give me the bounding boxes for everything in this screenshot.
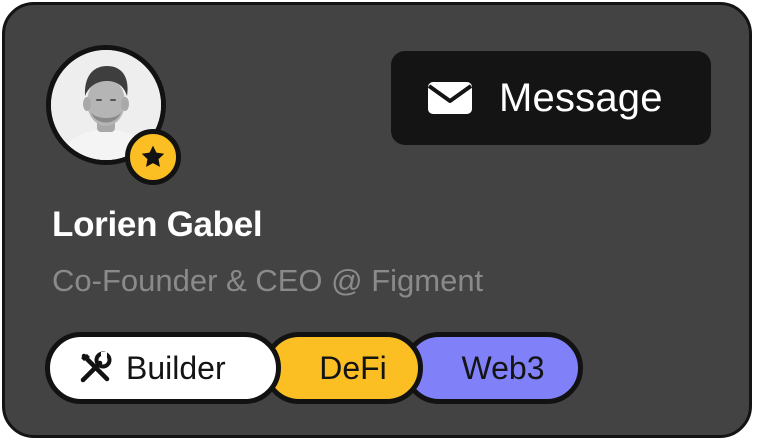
tag-web3[interactable]: Web3 xyxy=(403,332,583,404)
mail-icon xyxy=(427,81,473,115)
profile-name: Lorien Gabel xyxy=(52,205,263,244)
message-button-label: Message xyxy=(499,75,663,120)
tag-builder[interactable]: Builder xyxy=(45,332,281,404)
message-button[interactable]: Message xyxy=(391,51,711,145)
profile-role: Co-Founder & CEO @ Figment xyxy=(52,263,484,298)
tag-defi-label: DeFi xyxy=(319,349,387,386)
star-badge xyxy=(125,129,181,185)
tag-defi[interactable]: DeFi xyxy=(263,332,423,404)
tag-builder-label: Builder xyxy=(126,349,226,386)
star-icon xyxy=(141,145,165,167)
profile-card: Message Lorien Gabel Co-Founder & CEO @ … xyxy=(2,2,752,438)
tools-icon xyxy=(78,351,112,385)
tag-web3-label: Web3 xyxy=(461,349,545,386)
